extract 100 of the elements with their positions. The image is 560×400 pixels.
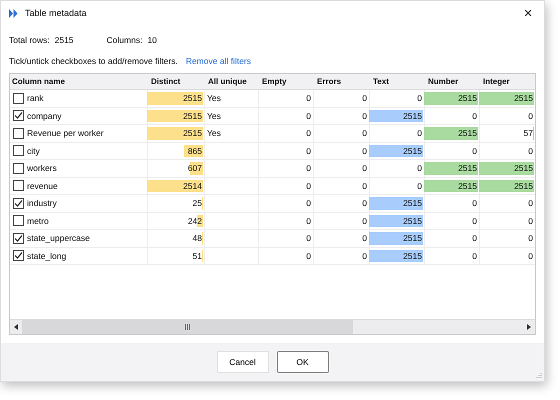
table-cell: 0 bbox=[471, 233, 478, 244]
table-cell: 0 bbox=[471, 110, 478, 121]
dialog-button[interactable]: OK bbox=[276, 351, 328, 373]
checkbox[interactable] bbox=[13, 162, 24, 174]
column-header[interactable]: Errors bbox=[314, 77, 370, 86]
table-cell: 2515 bbox=[402, 216, 423, 226]
column-header[interactable]: Text bbox=[370, 77, 425, 86]
table-cell: 865 bbox=[186, 146, 203, 156]
table-cell: 0 bbox=[361, 146, 368, 156]
table-cell: 0 bbox=[471, 146, 478, 156]
table-cell: 0 bbox=[305, 93, 312, 104]
table-cell: 0 bbox=[305, 128, 312, 138]
checkbox[interactable] bbox=[13, 198, 24, 209]
table-cell: 0 bbox=[305, 180, 312, 191]
table-cell: 2515 bbox=[513, 163, 534, 174]
table-cell: 0 bbox=[471, 198, 478, 208]
column-name: state_long bbox=[27, 250, 66, 261]
summary-value: 10 bbox=[147, 35, 157, 45]
column-name: state_uppercase bbox=[27, 233, 90, 244]
table-cell: 2514 bbox=[182, 180, 203, 191]
table-cell: 2515 bbox=[457, 163, 478, 174]
scrollbar-thumb[interactable] bbox=[22, 320, 353, 334]
column-name: workers bbox=[27, 163, 57, 174]
table-cell: 2515 bbox=[402, 110, 423, 121]
table-cell: 0 bbox=[305, 146, 312, 156]
summary-label: Total rows: bbox=[9, 35, 50, 45]
table-cell: 242 bbox=[186, 216, 203, 226]
column-name: metro bbox=[27, 216, 49, 226]
table-cell: 0 bbox=[305, 110, 312, 121]
table-cell: 2515 bbox=[402, 198, 423, 208]
table-cell: 2515 bbox=[457, 180, 478, 191]
table-cell: 0 bbox=[527, 216, 534, 226]
table-cell: 2515 bbox=[513, 93, 534, 104]
scroll-right-icon[interactable] bbox=[527, 324, 531, 330]
table-cell: 0 bbox=[471, 216, 478, 226]
checkbox[interactable] bbox=[13, 110, 24, 122]
table-cell: 2515 bbox=[182, 110, 203, 121]
table-cell: 0 bbox=[305, 163, 312, 174]
table-cell: 2515 bbox=[457, 93, 478, 104]
column-name: industry bbox=[27, 198, 57, 208]
table-cell: 0 bbox=[527, 110, 534, 121]
table-cell: 0 bbox=[361, 198, 368, 208]
table-cell: 2515 bbox=[402, 146, 423, 156]
table-cell: 51 bbox=[192, 250, 203, 261]
column-header[interactable]: Integer bbox=[480, 77, 535, 86]
table-cell: 0 bbox=[416, 128, 423, 138]
table-cell: 0 bbox=[527, 198, 534, 208]
table-cell: 0 bbox=[416, 93, 423, 104]
table-cell: 0 bbox=[361, 250, 368, 261]
table-cell: 2515 bbox=[182, 93, 203, 104]
table-cell: 0 bbox=[527, 250, 534, 261]
table-cell: 57 bbox=[522, 128, 534, 138]
table-cell: 2515 bbox=[457, 128, 478, 138]
column-header[interactable]: Distinct bbox=[148, 77, 205, 86]
checkbox[interactable] bbox=[13, 92, 24, 104]
column-name: revenue bbox=[27, 180, 58, 191]
checkbox[interactable] bbox=[13, 128, 24, 139]
remove-filters-link[interactable]: Remove all filters bbox=[186, 56, 251, 66]
column-name: Revenue per worker bbox=[27, 128, 104, 138]
double-chevron-icon bbox=[9, 8, 18, 18]
column-name: rank bbox=[27, 93, 44, 104]
table-cell: 2515 bbox=[182, 128, 203, 138]
table-cell: 0 bbox=[527, 233, 534, 244]
dialog-button[interactable]: Cancel bbox=[216, 351, 268, 373]
table-cell: 0 bbox=[416, 180, 423, 191]
column-header[interactable]: Empty bbox=[259, 77, 314, 86]
table-cell: 0 bbox=[361, 233, 368, 244]
table-cell: 0 bbox=[305, 216, 312, 226]
table-cell: 48 bbox=[192, 233, 203, 244]
column-header[interactable]: All unique bbox=[205, 77, 259, 86]
checkbox[interactable] bbox=[13, 145, 24, 156]
table-cell: 25 bbox=[192, 198, 203, 208]
table-cell: Yes bbox=[206, 128, 222, 138]
scroll-left-icon[interactable] bbox=[14, 324, 18, 330]
checkbox[interactable] bbox=[13, 250, 24, 262]
checkbox[interactable] bbox=[13, 215, 24, 226]
table-cell: 0 bbox=[305, 233, 312, 244]
table-cell: 0 bbox=[305, 250, 312, 261]
checkbox[interactable] bbox=[13, 232, 24, 244]
column-name: company bbox=[27, 110, 62, 121]
column-header[interactable]: Number bbox=[425, 77, 480, 86]
column-name: city bbox=[27, 146, 40, 156]
horizontal-scrollbar[interactable] bbox=[10, 319, 535, 334]
table-cell: 0 bbox=[471, 250, 478, 261]
table-cell: 2515 bbox=[402, 233, 423, 244]
table-cell: 2515 bbox=[513, 180, 534, 191]
resize-grip-icon[interactable] bbox=[535, 372, 542, 379]
window-title: Table metadata bbox=[25, 8, 88, 18]
checkbox[interactable] bbox=[13, 180, 24, 192]
hint-text: Tick/untick checkboxes to add/remove filters. bbox=[9, 56, 178, 66]
table-cell: 0 bbox=[527, 146, 534, 156]
table-cell: 0 bbox=[361, 163, 368, 174]
table-cell: Yes bbox=[206, 93, 222, 104]
table-cell: 0 bbox=[361, 216, 368, 226]
table-cell: 0 bbox=[361, 128, 368, 138]
table-cell: 0 bbox=[361, 180, 368, 191]
close-button[interactable]: ✕ bbox=[515, 1, 541, 25]
summary-label: Columns: bbox=[106, 35, 142, 45]
table-cell: 0 bbox=[305, 198, 312, 208]
column-header[interactable]: Column name bbox=[10, 77, 148, 86]
